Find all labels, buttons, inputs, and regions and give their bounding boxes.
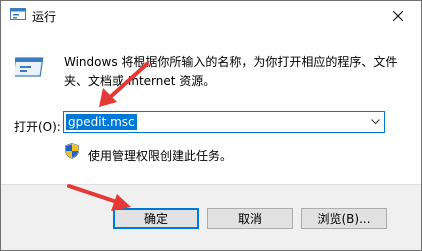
run-program-icon: [15, 57, 44, 77]
ok-button[interactable]: 确定: [113, 208, 199, 229]
open-label: 打开(O):: [14, 120, 61, 134]
uac-shield-icon: [65, 143, 79, 159]
run-app-icon: [10, 8, 26, 20]
close-button[interactable]: [375, 1, 421, 31]
browse-button[interactable]: 浏览(B)...: [301, 208, 387, 229]
command-combobox[interactable]: gpedit.msc: [63, 111, 385, 133]
cancel-button[interactable]: 取消: [207, 208, 293, 229]
title-bar[interactable]: 运行: [1, 1, 421, 31]
chevron-down-icon: [370, 119, 380, 125]
admin-note: 使用管理权限创建此任务。: [88, 149, 233, 163]
description-text: Windows 将根据你所输入的名称，为你打开相应的程序、文件夹、文档或 Int…: [64, 55, 398, 88]
command-input[interactable]: gpedit.msc: [66, 114, 137, 130]
button-bar: 确定 取消 浏览(B)...: [1, 184, 421, 250]
window-title: 运行: [32, 10, 57, 24]
close-icon: [393, 11, 403, 21]
run-dialog: 运行 Windows 将根据你所输入的名称，为你打开相应的程序、文件夹、文档或 …: [0, 0, 422, 251]
dropdown-button[interactable]: [366, 112, 384, 132]
